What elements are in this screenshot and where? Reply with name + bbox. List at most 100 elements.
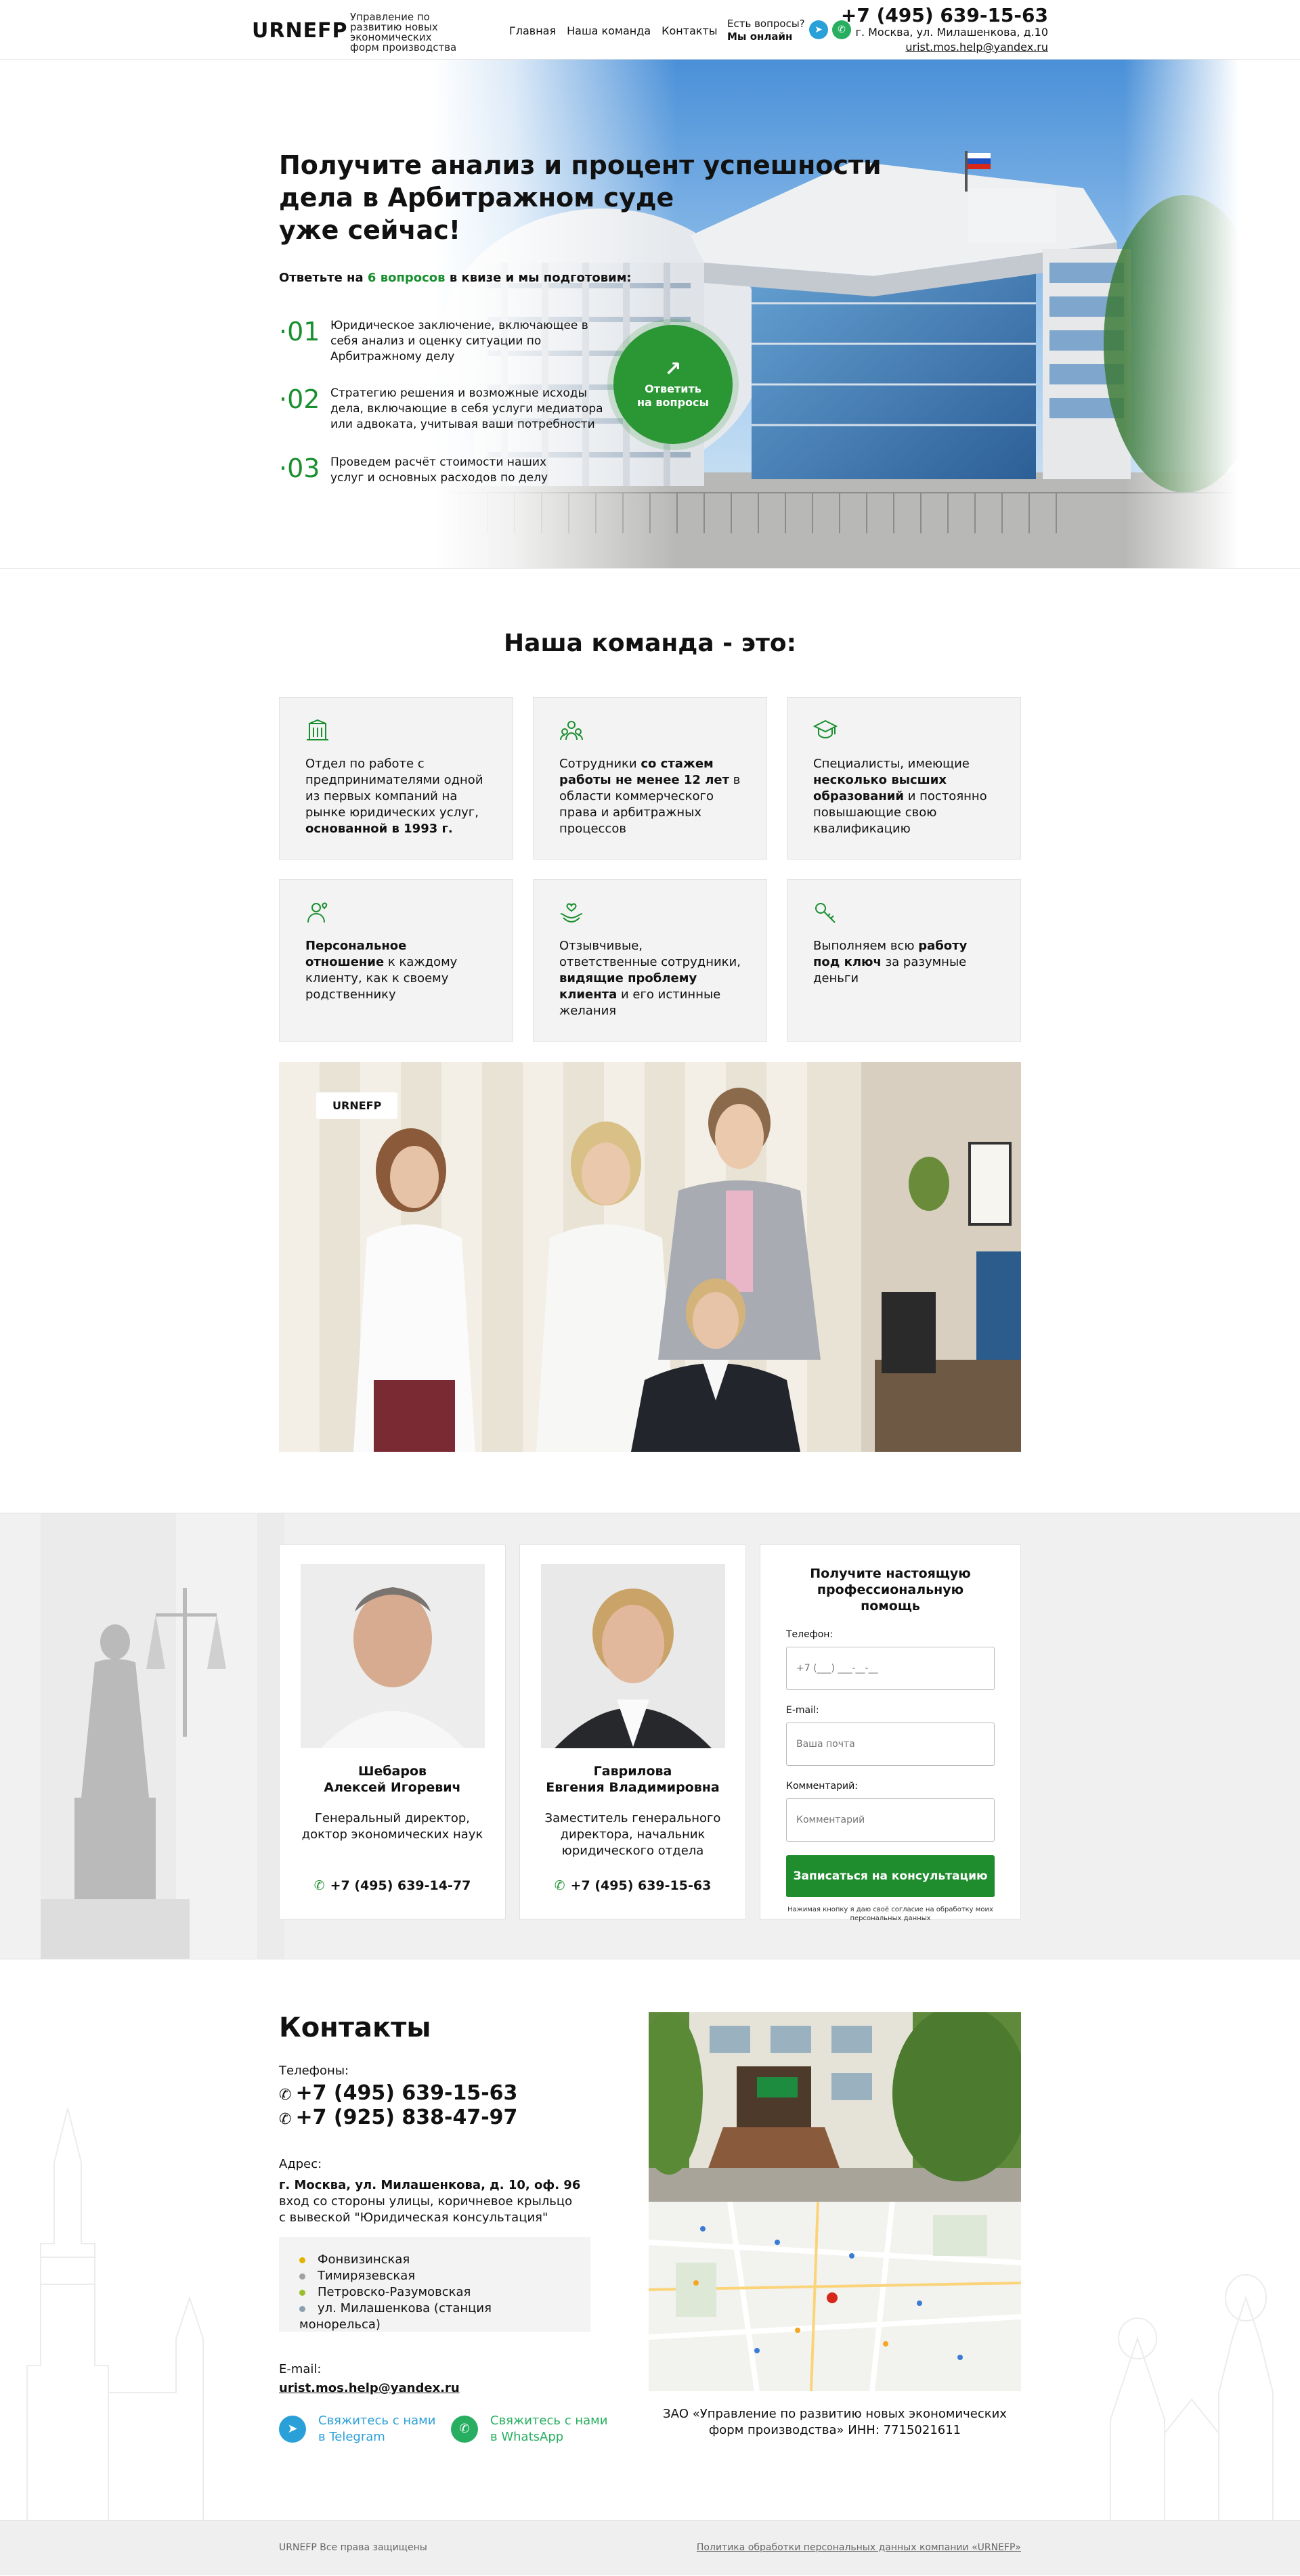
telegram-link-line: в Telegram (318, 2430, 385, 2444)
org-line: форм производства» ИНН: 7715021611 (708, 2423, 961, 2437)
email-label: E-mail: (786, 1705, 819, 1716)
contact-email[interactable]: urist.mos.help@yandex.ru (279, 2381, 460, 2395)
metro-station: ул. Милашенкова (станция монорельса) (299, 2301, 570, 2333)
feature-card: Персональное отношение к каждому клиенту… (279, 879, 513, 1042)
footer-rights: URNEFP Все права защищены (279, 2542, 427, 2553)
team-section: Наша команда - это: Отдел по работе с пр… (0, 569, 1300, 1452)
comment-label: Комментарий: (786, 1781, 858, 1792)
form-title: Получите настоящую профессиональную помо… (810, 1566, 971, 1614)
privacy-policy-link[interactable]: Политика обработки персональных данных к… (697, 2542, 1021, 2553)
site-footer: URNEFP Все права защищены Политика обраб… (0, 2520, 1300, 2575)
hero-step: ·02 Стратегию решения и возможные исходы… (279, 384, 615, 432)
address-line: вход со стороны улицы, коричневое крыльц… (279, 2194, 573, 2208)
hero-title: Получите анализ и процент успешности дел… (279, 149, 888, 246)
contact-phone-text: +7 (495) 639-15-63 (295, 2081, 518, 2105)
whatsapp-link-line: Свяжитесь с нами (490, 2414, 608, 2428)
metro-dot-icon (299, 2257, 305, 2263)
telegram-icon[interactable]: ➤ (809, 20, 828, 39)
org-line: ЗАО «Управление по развитию новых эконом… (663, 2407, 1007, 2421)
nav-team[interactable]: Наша команда (567, 24, 651, 37)
person-phone[interactable]: ✆ +7 (495) 639-14-77 (280, 1878, 505, 1893)
step-text: Проведем расчёт стоимости наших услуг и … (330, 456, 548, 485)
person-phone-text: +7 (495) 639-14-77 (330, 1878, 471, 1893)
metro-station: Тимирязевская (299, 2268, 570, 2284)
phone-icon: ✆ (313, 1878, 325, 1893)
hero-title-line: Получите анализ и процент успешности (279, 150, 882, 180)
person-photo (540, 1564, 725, 1748)
logo[interactable]: URNEFP (252, 19, 348, 43)
person-surname: Шебаров (358, 1764, 427, 1779)
hero-step: ·01 Юридическое заключение, включающее в… (279, 317, 615, 365)
metro-station: Петровско-Разумовская (299, 2284, 570, 2301)
contact-phone-2[interactable]: ✆ +7 (925) 838-47-97 (279, 2106, 517, 2129)
contact-phone-text: +7 (925) 838-47-97 (295, 2106, 518, 2129)
step-text: Стратегию решения и возможные исходы дел… (330, 386, 603, 431)
site-header: URNEFP Управление по развитию новых экон… (0, 0, 1300, 60)
person-card: Шебаров Алексей Игоревич Генеральный дир… (279, 1545, 506, 1919)
photo-logo-badge: URNEFP (316, 1092, 398, 1119)
location-map[interactable] (649, 2202, 1021, 2391)
feature-card: Специалисты, имеющие несколько высших об… (787, 697, 1021, 860)
phone-icon: ✆ (279, 2111, 292, 2128)
office-entrance-photo (649, 2012, 1021, 2202)
cta-label: Ответить на вопросы (637, 382, 709, 409)
person-photo (300, 1564, 485, 1748)
user-heart-icon (307, 902, 328, 923)
hero-sub-text: в квизе и мы подготовим: (445, 271, 632, 285)
metro-dot-icon (299, 2290, 305, 2296)
card-text-bold: основанной в 1993 г. (305, 822, 453, 836)
hero-title-line: дела в Арбитражном суде (279, 183, 674, 213)
contact-phone-1[interactable]: ✆ +7 (495) 639-15-63 (279, 2081, 517, 2105)
feature-card: Отдел по работе с предпринимателями одно… (279, 697, 513, 860)
building-icon (307, 719, 328, 740)
consult-form: Получите настоящую профессиональную помо… (760, 1545, 1021, 1922)
quiz-cta-button[interactable]: ↗ Ответить на вопросы (613, 325, 733, 444)
phone-input[interactable] (786, 1647, 995, 1690)
themis-statue-image (0, 1513, 284, 1959)
person-name: Евгения Владимировна (546, 1780, 720, 1795)
telegram-link-line: Свяжитесь с нами (318, 2414, 436, 2428)
person-card: Гаврилова Евгения Владимировна Заместите… (519, 1545, 746, 1919)
address-label: Адрес: (279, 2157, 322, 2171)
email-input[interactable] (786, 1723, 995, 1766)
contacts-title: Контакты (279, 2012, 431, 2043)
step-number: ·03 (279, 453, 320, 483)
metro-name: Петровско-Разумовская (318, 2285, 471, 2299)
team-icon (560, 721, 583, 740)
team-cards: Отдел по работе с предпринимателями одно… (279, 697, 1021, 1042)
whatsapp-icon: ✆ (451, 2416, 478, 2443)
person-role: Заместитель генерального директора, нача… (544, 1811, 721, 1858)
office-entrance-image (649, 2012, 1021, 2202)
step-number-value: 02 (287, 384, 320, 414)
feature-card: Выполняем всю работу под ключ за разумны… (787, 879, 1021, 1042)
nav-contacts[interactable]: Контакты (662, 24, 717, 37)
whatsapp-link[interactable]: ✆ Свяжитесь с нами в WhatsApp (451, 2413, 607, 2445)
question-text: Есть вопросы? (727, 18, 805, 30)
phone-icon: ✆ (279, 2087, 292, 2104)
header-email[interactable]: urist.mos.help@yandex.ru (905, 41, 1048, 53)
feature-card: Сотрудники со стажем работы не менее 12 … (533, 697, 767, 860)
consent-note: Нажимая кнопку я даю своё согласие на об… (787, 1906, 993, 1922)
metro-name: Тимирязевская (318, 2269, 416, 2283)
arrow-up-right-icon: ↗ (664, 357, 682, 381)
submit-button[interactable]: Записаться на консультацию (786, 1855, 995, 1897)
phones-label: Телефоны: (279, 2064, 349, 2078)
online-text: Мы онлайн (727, 30, 793, 43)
step-number: ·01 (279, 317, 320, 347)
header-phone[interactable]: +7 (495) 639-15-63 (841, 4, 1048, 26)
person-phone[interactable]: ✆ +7 (495) 639-15-63 (520, 1878, 745, 1893)
person-name: Алексей Игоревич (324, 1780, 461, 1795)
team-photo-image (279, 1062, 1021, 1452)
metro-dot-icon (299, 2306, 305, 2312)
feature-card: Отзывчивые, ответственные сотрудники, ви… (533, 879, 767, 1042)
graduate-icon (813, 719, 838, 739)
email-label: E-mail: (279, 2362, 322, 2376)
hero-step: ·03 Проведем расчёт стоимости наших услу… (279, 453, 574, 486)
card-text: Отдел по работе с предпринимателями одно… (305, 757, 483, 820)
comment-input[interactable] (786, 1798, 995, 1842)
nav-home[interactable]: Главная (509, 24, 556, 37)
person-photo-image (300, 1564, 485, 1748)
location-map-image (649, 2202, 1021, 2391)
telegram-link[interactable]: ➤ Свяжитесь с нами в Telegram (279, 2413, 435, 2445)
metro-name: Фонвизинская (318, 2252, 410, 2267)
